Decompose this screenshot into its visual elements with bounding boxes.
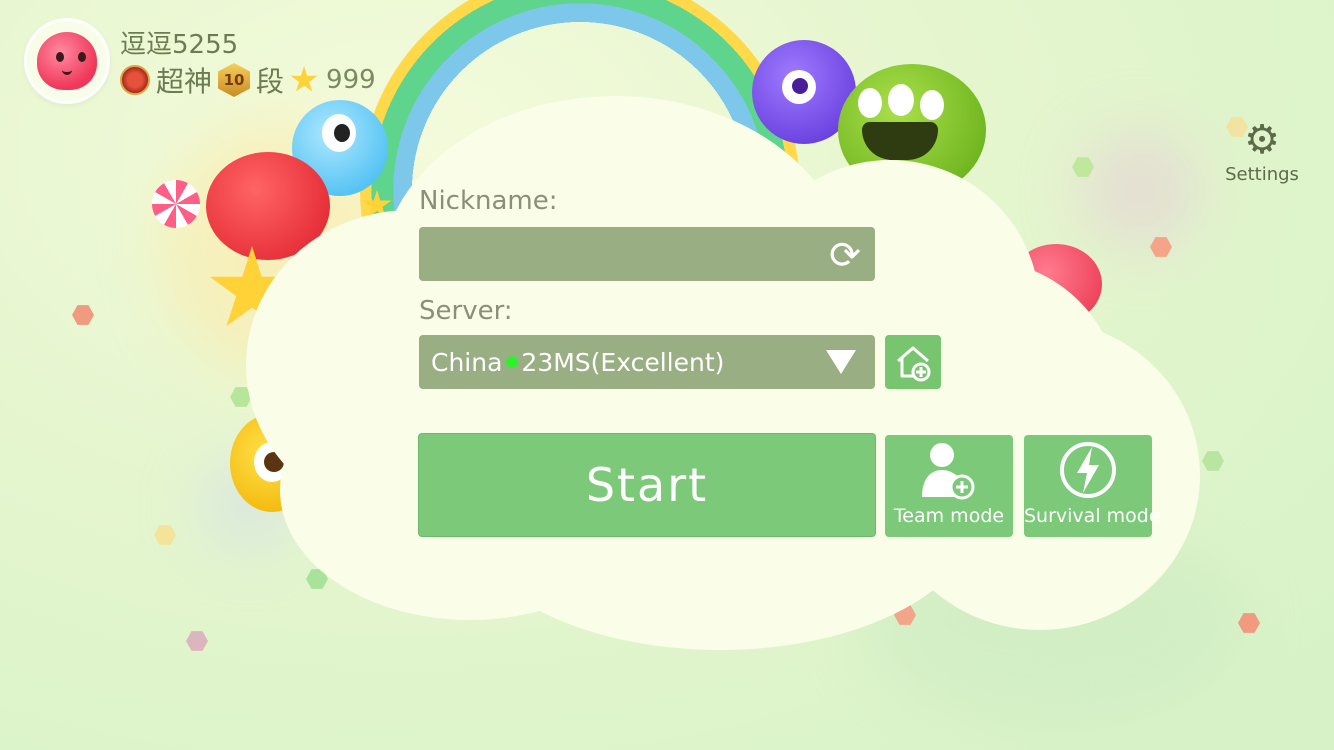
food-pellet (1202, 451, 1224, 471)
avatar-eye (56, 52, 64, 62)
username: 逗逗5255 (120, 30, 239, 60)
food-pellet (72, 305, 94, 325)
home-server-button[interactable] (885, 335, 941, 389)
food-pellet (154, 525, 176, 545)
server-name: China (431, 347, 503, 377)
lightning-icon (1060, 442, 1116, 498)
star-icon (290, 66, 318, 92)
start-button[interactable]: Start (418, 433, 876, 537)
lollipop (152, 180, 200, 228)
purple-monster-pupil (792, 78, 808, 94)
settings-label: Settings (1225, 164, 1299, 185)
bg-blob (1080, 130, 1200, 250)
rank-level-badge-icon: 10 (218, 63, 251, 97)
nickname-label: Nickname: (419, 186, 558, 216)
rank-level: 10 (223, 71, 245, 89)
team-mode-button[interactable]: Team mode (885, 435, 1013, 537)
avatar[interactable] (24, 18, 110, 104)
green-monster-eye (858, 88, 882, 118)
server-ping: 23MS(Excellent) (521, 347, 725, 377)
food-pellet (186, 631, 208, 651)
survival-mode-button[interactable]: Survival mode (1024, 435, 1161, 537)
avatar-eye (78, 52, 86, 62)
refresh-nickname-icon[interactable]: ⟳ (822, 232, 868, 278)
rank-suffix: 段 (256, 65, 285, 98)
food-pellet (1238, 613, 1260, 633)
green-monster-eye (920, 90, 944, 120)
dropdown-arrow-icon[interactable] (826, 350, 856, 374)
server-select[interactable]: China 23MS(Excellent) (419, 335, 875, 389)
server-status-dot (506, 356, 519, 368)
rank-title: 超神 (156, 65, 213, 98)
green-monster-eye (888, 84, 914, 116)
gear-icon: ⚙ (1244, 117, 1280, 163)
server-label: Server: (419, 296, 513, 326)
star-count: 999 (326, 65, 376, 95)
rank-row: 超神 10 段 999 (120, 62, 376, 98)
blue-monster-pupil (334, 124, 350, 142)
add-team-member-icon (922, 443, 975, 500)
survival-mode-label: Survival mode (1024, 505, 1161, 527)
rank-medal-icon (120, 65, 150, 95)
nickname-input[interactable] (419, 227, 875, 281)
avatar-blob (37, 32, 97, 90)
settings-button[interactable]: ⚙ Settings (1222, 118, 1302, 185)
team-mode-label: Team mode (893, 505, 1005, 527)
house-plus-icon (897, 346, 931, 382)
